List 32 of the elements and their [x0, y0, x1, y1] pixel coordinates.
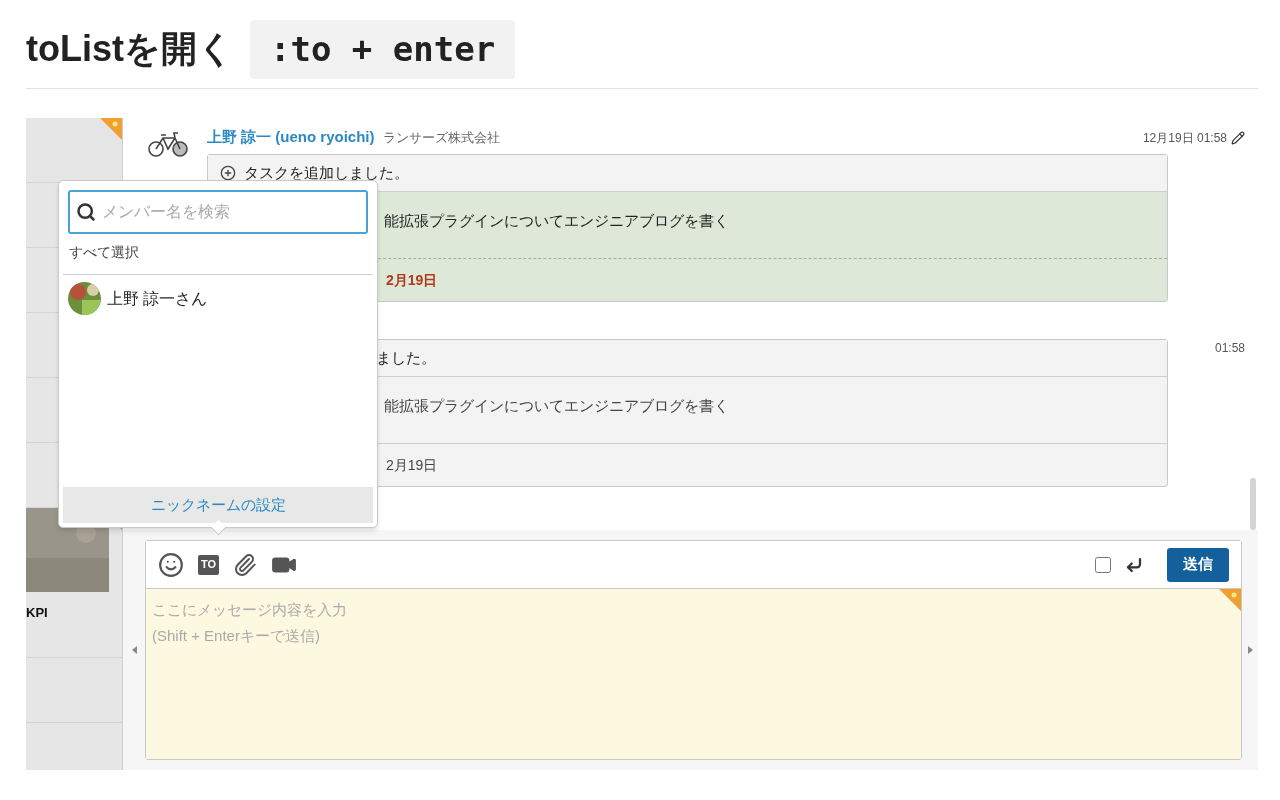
timestamp: 01:58 — [1214, 340, 1245, 357]
sender-name[interactable]: 上野 諒一 (ueno ryoichi) — [207, 126, 375, 149]
member-item[interactable]: 上野 諒一さん — [59, 275, 377, 322]
send-button[interactable]: 送信 — [1167, 547, 1229, 582]
bicycle-icon — [147, 130, 189, 158]
group-corner-icon — [1219, 589, 1241, 611]
collapse-right-icon[interactable] — [1247, 646, 1253, 654]
select-all-link[interactable]: すべて選択 — [69, 244, 139, 260]
collapse-left-icon[interactable] — [131, 646, 137, 654]
shortcut-code: :to + enter — [250, 19, 516, 79]
enter-send-checkbox[interactable] — [1095, 556, 1111, 573]
task-icon — [220, 165, 236, 181]
company-name: ランサーズ株式会社 — [382, 129, 500, 147]
emoji-icon[interactable] — [158, 551, 184, 578]
member-search-field[interactable]: メンバー名を検索 — [68, 190, 368, 234]
edit-icon[interactable] — [1231, 131, 1245, 145]
timestamp: 12月19日 01:58 — [1142, 130, 1227, 147]
message-input[interactable]: ここにメッセージ内容を入力 (Shift + Enterキーで送信) — [146, 589, 1241, 759]
room-name[interactable]: KPI — [26, 605, 48, 620]
task-header: タスクを追加しました。 — [244, 162, 409, 183]
to-button[interactable]: TO — [198, 554, 220, 575]
due-date: 2月19日 — [386, 270, 438, 290]
enter-icon — [1125, 555, 1143, 574]
attach-icon[interactable] — [233, 552, 258, 577]
task-text: 能拡張プラグインについてエンジニアブログを書く — [384, 396, 729, 416]
due-date: 2月19日 — [386, 455, 438, 475]
flag-icon — [100, 118, 122, 140]
search-icon — [76, 202, 96, 222]
task-text: 能拡張プラグインについてエンジニアブログを書く — [384, 211, 729, 231]
scrollbar[interactable] — [1250, 478, 1256, 530]
task-header: ました。 — [376, 347, 436, 368]
page-heading: toListを開く — [26, 27, 234, 71]
